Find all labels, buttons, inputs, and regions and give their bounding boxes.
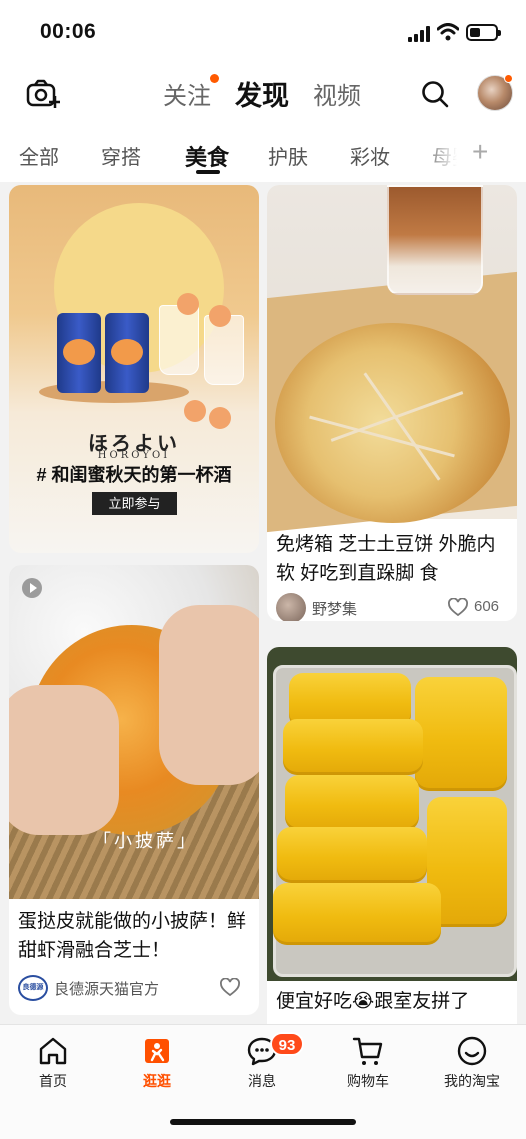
post-author[interactable]: 野梦集 606 — [276, 593, 508, 621]
category-outfit[interactable]: 穿搭 — [101, 141, 141, 170]
tab-video[interactable]: 视频 — [313, 76, 361, 111]
heart-icon[interactable] — [448, 598, 468, 618]
category-food[interactable]: 美食 — [185, 140, 229, 172]
post-title: 便宜好吃😭跟室友拼了 — [276, 991, 470, 1012]
category-all[interactable]: 全部 — [19, 141, 59, 170]
post-title: 蛋挞皮就能做的小披萨！鲜甜虾滑融合芝士！ — [18, 911, 247, 961]
author-name: 野梦集 — [312, 601, 358, 618]
category-skincare[interactable]: 护肤 — [268, 141, 308, 170]
profile-icon — [457, 1036, 487, 1066]
nav-label: 逛逛 — [143, 1073, 171, 1089]
video-post-card[interactable]: 「小披萨」 蛋挞皮就能做的小披萨！鲜甜虾滑融合芝士！ 良德源 良德源天猫官方 — [9, 565, 259, 1015]
tab-follow[interactable]: 关注 — [163, 76, 211, 111]
post-image: 「小披萨」 — [9, 565, 259, 899]
like-count: 606 — [474, 598, 500, 615]
post-image — [267, 647, 517, 981]
wifi-icon — [437, 23, 459, 41]
ad-brand-subtitle: HOROYOI — [97, 450, 171, 461]
post-author[interactable]: 良德源 良德源天猫官方 — [18, 973, 250, 1003]
search-icon[interactable] — [420, 79, 450, 109]
post-image — [267, 185, 517, 533]
tab-discover[interactable]: 发现 — [235, 74, 289, 113]
post-card[interactable]: 免烤箱 芝士土豆饼 外脆内软 好吃到直跺脚 食 野梦集 606 — [267, 185, 517, 621]
notification-dot — [210, 74, 219, 83]
nav-cart[interactable]: 购物车 — [318, 1025, 418, 1105]
add-category-icon[interactable]: + — [472, 136, 488, 168]
nav-label: 购物车 — [347, 1073, 389, 1089]
nav-profile[interactable]: 我的淘宝 — [422, 1025, 522, 1105]
camera-add-icon[interactable] — [26, 78, 60, 110]
video-play-icon — [22, 578, 42, 598]
category-bar: 全部 穿搭 美食 护肤 彩妆 母婴 + — [0, 124, 526, 182]
heart-icon[interactable] — [220, 978, 240, 998]
post-title: 免烤箱 芝士土豆饼 外脆内软 好吃到直跺脚 食 — [276, 534, 496, 584]
author-avatar — [276, 593, 306, 621]
ad-card[interactable]: ほろよい HOROYOI # 和闺蜜秋天的第一杯酒 立即参与 — [9, 185, 259, 553]
top-header: 关注 发现 视频 — [0, 66, 526, 124]
video-caption: 「小披萨」 — [93, 831, 198, 851]
author-name: 良德源天猫官方 — [54, 981, 160, 998]
nav-label: 消息 — [248, 1073, 276, 1089]
ad-cta-button[interactable]: 立即参与 — [92, 492, 177, 515]
message-badge: 93 — [270, 1032, 304, 1056]
avatar-notification-dot — [504, 74, 513, 83]
category-makeup[interactable]: 彩妆 — [350, 141, 390, 170]
nav-label: 我的淘宝 — [444, 1073, 500, 1089]
active-category-indicator — [196, 170, 220, 174]
nav-discover[interactable]: 逛逛 — [107, 1025, 207, 1105]
feed: ほろよい HOROYOI # 和闺蜜秋天的第一杯酒 立即参与 免烤箱 芝士土豆饼… — [0, 182, 526, 1024]
status-bar: 00:06 — [0, 0, 526, 66]
nav-label: 首页 — [39, 1073, 67, 1089]
signal-icon — [408, 26, 432, 42]
home-indicator — [170, 1119, 356, 1125]
status-time: 00:06 — [40, 20, 97, 43]
cart-icon — [352, 1037, 383, 1065]
ad-title: # 和闺蜜秋天的第一杯酒 — [36, 465, 232, 485]
battery-icon — [466, 24, 501, 41]
post-card[interactable]: 便宜好吃😭跟室友拼了 — [267, 647, 517, 1024]
discover-icon — [145, 1039, 169, 1063]
nav-home[interactable]: 首页 — [3, 1025, 103, 1105]
brand-logo-icon: 良德源 — [18, 975, 48, 1001]
home-icon — [39, 1037, 67, 1065]
